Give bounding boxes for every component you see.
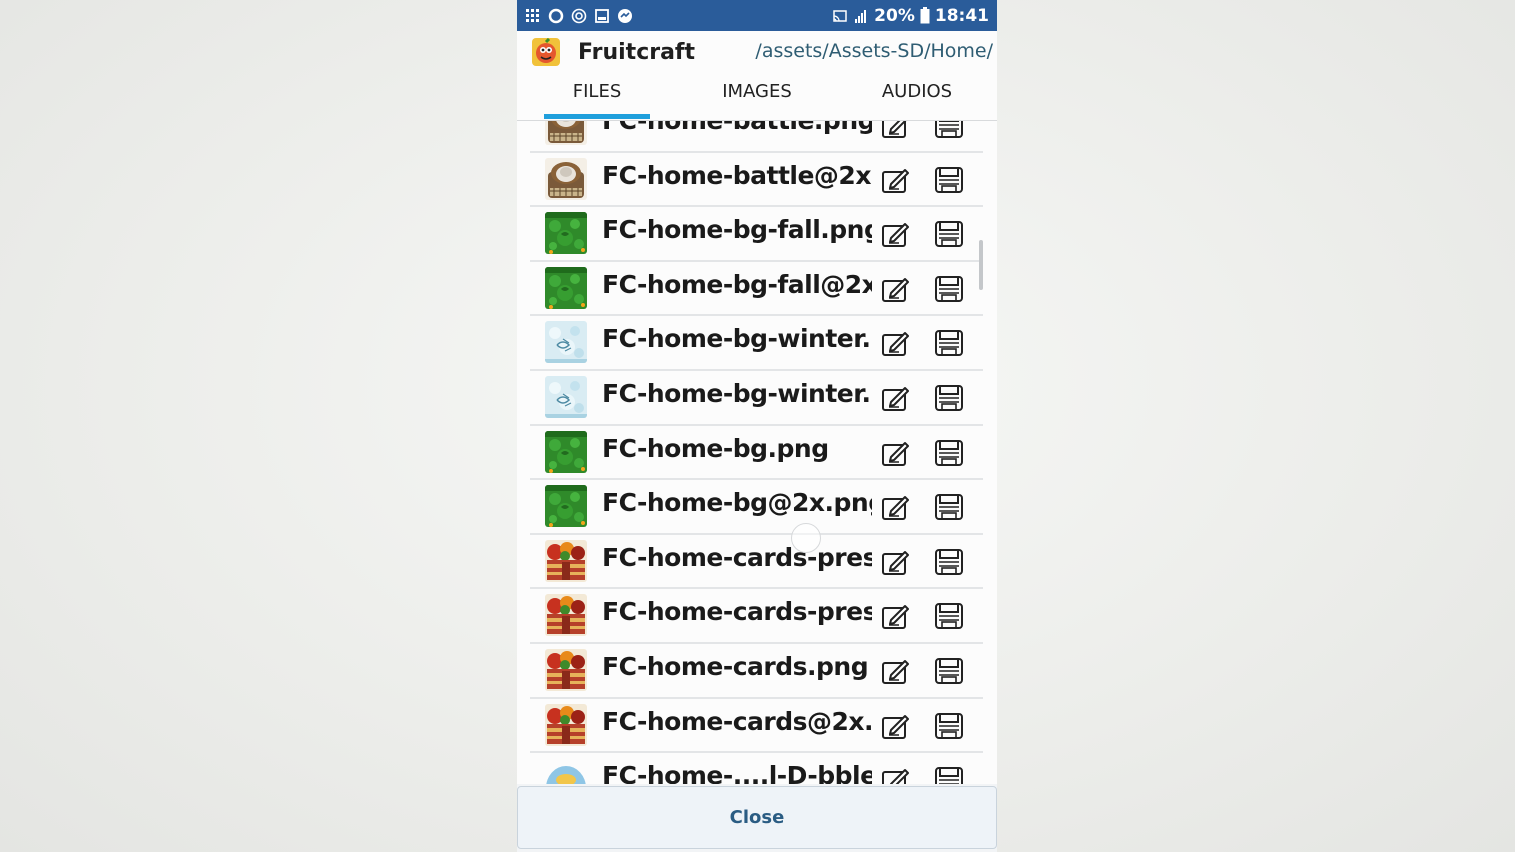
save-icon[interactable]	[932, 164, 966, 196]
active-tab-indicator	[544, 114, 650, 119]
file-thumbnail	[545, 321, 587, 364]
cast-icon	[833, 9, 847, 22]
touch-indicator	[791, 523, 821, 553]
edit-icon[interactable]	[879, 121, 913, 141]
phone-screen: 20% 18:41 Fruitcraft /assets/Assets-SD/H…	[517, 0, 997, 852]
file-row[interactable]: FC-home-cards-pres..	[517, 589, 997, 644]
file-thumbnail	[545, 758, 587, 784]
battery-percent: 20%	[874, 5, 915, 26]
file-thumbnail	[545, 648, 587, 691]
file-row[interactable]: FC-home-bg-winter...	[517, 316, 997, 371]
file-name: FC-home-....l-D-bble	[602, 761, 872, 784]
file-row[interactable]: FC-home-....l-D-bble	[517, 753, 997, 784]
status-left-icons	[525, 8, 633, 24]
gallery-icon	[595, 8, 609, 23]
file-name: FC-home-battle@2x...	[602, 160, 872, 190]
signal-icon	[855, 9, 867, 23]
scrollbar-thumb[interactable]	[979, 240, 983, 290]
file-thumbnail	[545, 485, 587, 528]
file-thumbnail	[545, 430, 587, 473]
edit-icon[interactable]	[879, 164, 913, 196]
edit-icon[interactable]	[879, 273, 913, 305]
file-thumbnail	[545, 594, 587, 637]
file-thumbnail	[545, 266, 587, 309]
save-icon[interactable]	[932, 437, 966, 469]
file-name: FC-home-bg-winter..	[602, 378, 872, 408]
file-row[interactable]: FC-home-bg@2x.png	[517, 480, 997, 535]
file-thumbnail	[545, 703, 587, 746]
file-row[interactable]: FC-home-cards@2x...	[517, 699, 997, 754]
edit-icon[interactable]	[879, 600, 913, 632]
app-header: Fruitcraft /assets/Assets-SD/Home/	[517, 31, 997, 73]
sync-icon	[571, 8, 587, 23]
save-icon[interactable]	[932, 710, 966, 742]
save-icon[interactable]	[932, 600, 966, 632]
edit-icon[interactable]	[879, 546, 913, 578]
file-row[interactable]: FC-home-cards-pres..	[517, 535, 997, 590]
tab-bar: FILES IMAGES AUDIOS	[517, 73, 997, 121]
file-list[interactable]: FC-home-battle.png FC-home-battle@2x... FC…	[517, 121, 997, 784]
close-button[interactable]: Close	[517, 786, 997, 849]
edit-icon[interactable]	[879, 218, 913, 250]
file-row[interactable]: FC-home-bg.png	[517, 426, 997, 481]
tab-audios[interactable]: AUDIOS	[837, 73, 997, 120]
save-icon[interactable]	[932, 273, 966, 305]
save-icon[interactable]	[932, 121, 966, 141]
file-name: FC-home-battle.png	[602, 121, 872, 135]
file-row[interactable]: FC-home-bg-fall.png	[517, 207, 997, 262]
clock: 18:41	[934, 5, 989, 26]
edit-icon[interactable]	[879, 382, 913, 414]
save-icon[interactable]	[932, 655, 966, 687]
app-logo	[532, 38, 560, 66]
save-icon[interactable]	[932, 382, 966, 414]
battery-icon	[920, 7, 930, 24]
save-icon[interactable]	[932, 491, 966, 523]
file-name: FC-home-cards.png	[602, 651, 869, 681]
edit-icon[interactable]	[879, 437, 913, 469]
tab-images[interactable]: IMAGES	[677, 73, 837, 120]
file-name: FC-home-cards-pres..	[602, 542, 872, 572]
file-row[interactable]: FC-home-bg-winter..	[517, 371, 997, 426]
file-row[interactable]: FC-home-bg-fall@2x..	[517, 262, 997, 317]
messenger-icon	[618, 8, 632, 23]
app-title: Fruitcraft	[578, 39, 696, 65]
file-thumbnail	[545, 157, 587, 200]
file-name: FC-home-cards@2x...	[602, 706, 872, 736]
file-name: FC-home-bg-winter...	[602, 324, 872, 354]
apps-grid-icon	[526, 8, 539, 22]
save-icon[interactable]	[932, 546, 966, 578]
current-path: /assets/Assets-SD/Home/	[755, 40, 993, 62]
edit-icon[interactable]	[879, 764, 913, 784]
file-name: FC-home-bg.png	[602, 433, 829, 463]
file-name: FC-home-bg-fall.png	[602, 215, 872, 245]
file-thumbnail	[545, 539, 587, 582]
status-bar: 20% 18:41	[517, 0, 997, 31]
file-row[interactable]: FC-home-battle.png	[517, 121, 997, 153]
file-thumbnail	[545, 375, 587, 418]
edit-icon[interactable]	[879, 710, 913, 742]
file-name: FC-home-cards-pres..	[602, 597, 872, 627]
save-icon[interactable]	[932, 327, 966, 359]
file-thumbnail	[545, 212, 587, 255]
edit-icon[interactable]	[879, 491, 913, 523]
file-thumbnail	[545, 121, 587, 145]
save-icon[interactable]	[932, 218, 966, 250]
status-right: 20% 18:41	[832, 6, 989, 26]
edit-icon[interactable]	[879, 327, 913, 359]
edit-icon[interactable]	[879, 655, 913, 687]
file-name: FC-home-bg@2x.png	[602, 488, 872, 518]
file-row[interactable]: FC-home-cards.png	[517, 644, 997, 699]
save-icon[interactable]	[932, 764, 966, 784]
tab-files[interactable]: FILES	[517, 73, 677, 120]
file-row[interactable]: FC-home-battle@2x...	[517, 153, 997, 208]
circle-icon	[548, 8, 564, 23]
file-name: FC-home-bg-fall@2x..	[602, 269, 872, 299]
